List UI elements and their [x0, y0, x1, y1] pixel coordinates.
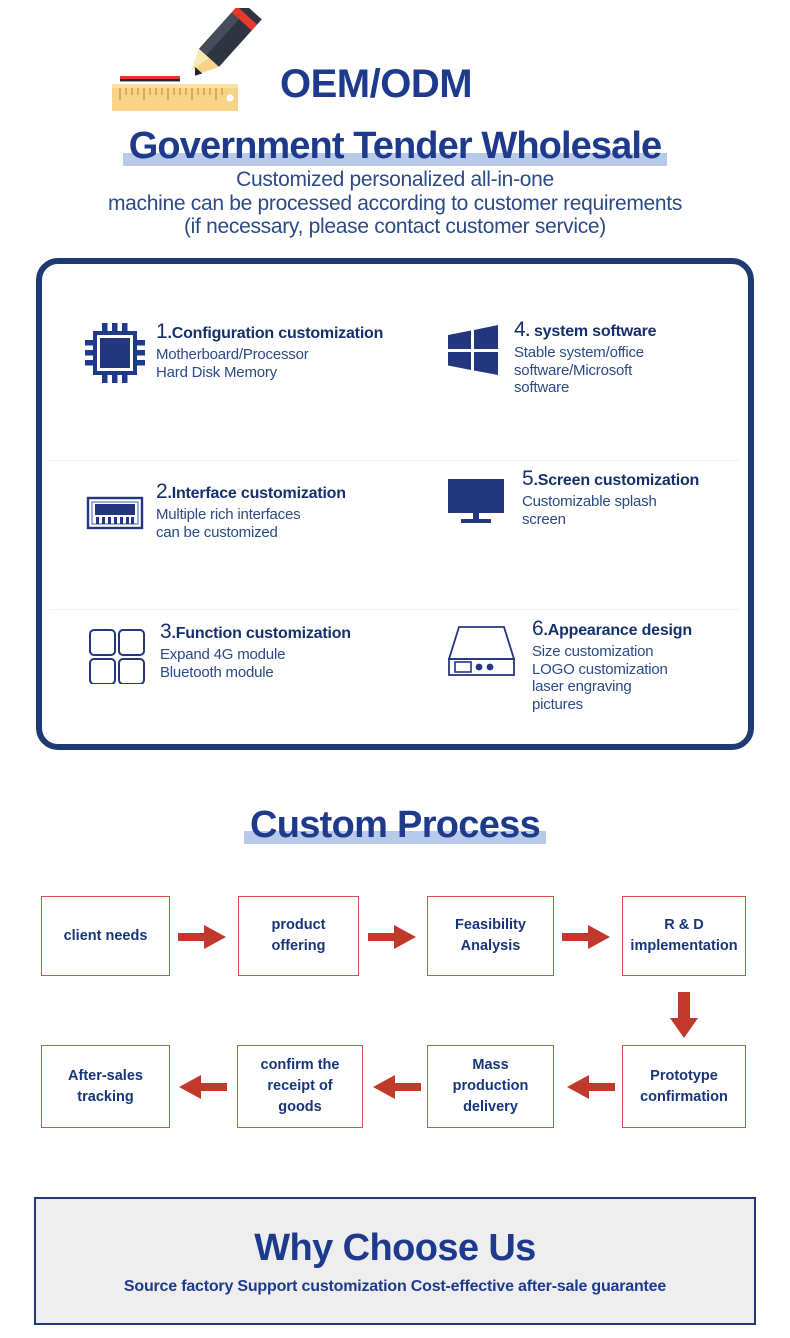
- feature-2-number: 2: [156, 480, 168, 503]
- flow-step-mass-production[interactable]: Mass production delivery: [427, 1045, 554, 1128]
- why-choose-us-title: Why Choose Us: [254, 1227, 536, 1269]
- feature-3-desc: Expand 4G module Bluetooth module: [160, 646, 286, 681]
- feature-5-title: 5.Screen customization: [522, 467, 700, 491]
- hero-subtitle: Government Tender Wholesale: [122, 120, 668, 172]
- feature-3-label: .Function customization: [171, 625, 351, 642]
- feature-4-label: . system software: [525, 323, 657, 340]
- flow-step-feasibility-analysis[interactable]: Feasibility Analysis: [427, 896, 554, 976]
- feature-item-2: 2.Interface customization Multiple rich …: [84, 480, 404, 544]
- feature-item-6: 6.Appearance design Size customization L…: [442, 617, 762, 713]
- hero-line-2: machine can be processed according to cu…: [107, 191, 683, 215]
- modules-grid-icon: [84, 622, 150, 684]
- hero-title: OEM/ODM: [280, 62, 473, 106]
- flow-step-prototype-confirmation[interactable]: Prototype confirmation: [622, 1045, 746, 1128]
- flow-arrow-right-1: [178, 924, 228, 955]
- process-flowchart: client needs product offering Feasibilit…: [0, 880, 790, 1160]
- feature-2-label: .Interface customization: [167, 485, 346, 502]
- infographic-page: OEM/ODM Government Tender Wholesale Cust…: [0, 0, 790, 1338]
- flow-arrow-left-3: [177, 1074, 227, 1105]
- feature-4-desc: Stable system/office software/Microsoft …: [514, 344, 644, 396]
- hero-subtitle-text: Government Tender Wholesale: [128, 125, 662, 167]
- features-divider-2: [50, 609, 740, 610]
- flow-arrow-right-2: [368, 924, 418, 955]
- feature-4-number: 4: [514, 318, 526, 341]
- feature-1-desc: Motherboard/Processor Hard Disk Memory: [156, 346, 309, 381]
- process-section-title: Custom Process: [243, 800, 547, 850]
- feature-2-desc: Multiple rich interfaces can be customiz…: [156, 506, 301, 541]
- feature-1-title: 1.Configuration customization: [156, 320, 384, 344]
- flow-step-client-needs[interactable]: client needs: [41, 896, 170, 976]
- feature-3-title: 3.Function customization: [160, 620, 351, 644]
- flow-step-confirm-receipt[interactable]: confirm the receipt of goods: [237, 1045, 363, 1128]
- feature-5-label: .Screen customization: [533, 472, 700, 489]
- features-grid: 1.Configuration customization Motherboar…: [42, 264, 748, 744]
- features-panel: 1.Configuration customization Motherboar…: [36, 258, 754, 750]
- feature-6-text: 6.Appearance design Size customization L…: [532, 617, 692, 713]
- feature-1-number: 1: [156, 320, 168, 343]
- feature-item-4: 4. system software Stable system/office …: [442, 318, 742, 397]
- why-choose-us-subtitle: Source factory Support customization Cos…: [123, 1278, 667, 1295]
- feature-6-desc: Size customization LOGO customization la…: [532, 643, 668, 713]
- feature-item-5: 5.Screen customization Customizable spla…: [442, 467, 762, 531]
- monitor-icon: [442, 469, 512, 531]
- feature-2-title: 2.Interface customization: [156, 480, 346, 504]
- feature-2-text: 2.Interface customization Multiple rich …: [156, 480, 346, 541]
- hero-section: OEM/ODM Government Tender Wholesale Cust…: [0, 0, 790, 258]
- flow-arrow-right-3: [562, 924, 612, 955]
- io-port-icon: [84, 482, 146, 544]
- flow-step-after-sales-tracking[interactable]: After-sales tracking: [41, 1045, 170, 1128]
- flow-step-product-offering[interactable]: product offering: [238, 896, 359, 976]
- chassis-case-icon: [442, 619, 522, 681]
- feature-1-text: 1.Configuration customization Motherboar…: [156, 320, 384, 381]
- process-title-text: Custom Process: [249, 804, 541, 846]
- feature-4-title: 4. system software: [514, 318, 657, 342]
- feature-item-3: 3.Function customization Expand 4G modul…: [84, 620, 404, 684]
- why-choose-us-panel: Why Choose Us Source factory Support cus…: [34, 1197, 756, 1325]
- hero-subtitle-wrap: Government Tender Wholesale: [0, 120, 790, 172]
- flow-arrow-down: [669, 992, 699, 1045]
- feature-5-desc: Customizable splash screen: [522, 493, 657, 528]
- feature-3-number: 3: [160, 620, 172, 643]
- flow-arrow-left-2: [371, 1074, 421, 1105]
- feature-6-label: .Appearance design: [543, 622, 692, 639]
- feature-5-number: 5: [522, 467, 534, 490]
- hero-line-3: (if necessary, please contact customer s…: [183, 215, 606, 238]
- feature-6-title: 6.Appearance design: [532, 617, 692, 641]
- hero-line-1: Customized personalized all-in-one: [236, 168, 554, 191]
- feature-4-text: 4. system software Stable system/office …: [514, 318, 657, 397]
- feature-item-1: 1.Configuration customization Motherboar…: [84, 320, 404, 384]
- flow-arrow-left-1: [565, 1074, 615, 1105]
- feature-3-text: 3.Function customization Expand 4G modul…: [160, 620, 351, 681]
- flow-step-rd-implementation[interactable]: R & D implementation: [622, 896, 746, 976]
- cpu-chip-icon: [84, 322, 146, 384]
- feature-5-text: 5.Screen customization Customizable spla…: [522, 467, 700, 528]
- hero-description: Customized personalized all-in-one machi…: [0, 168, 790, 239]
- features-divider-1: [50, 460, 740, 461]
- windows-logo-icon: [442, 320, 504, 382]
- feature-6-number: 6: [532, 617, 544, 640]
- feature-1-label: .Configuration customization: [167, 325, 384, 342]
- pencil-ruler-icon: [104, 1, 284, 120]
- process-title-wrap: Custom Process: [0, 800, 790, 850]
